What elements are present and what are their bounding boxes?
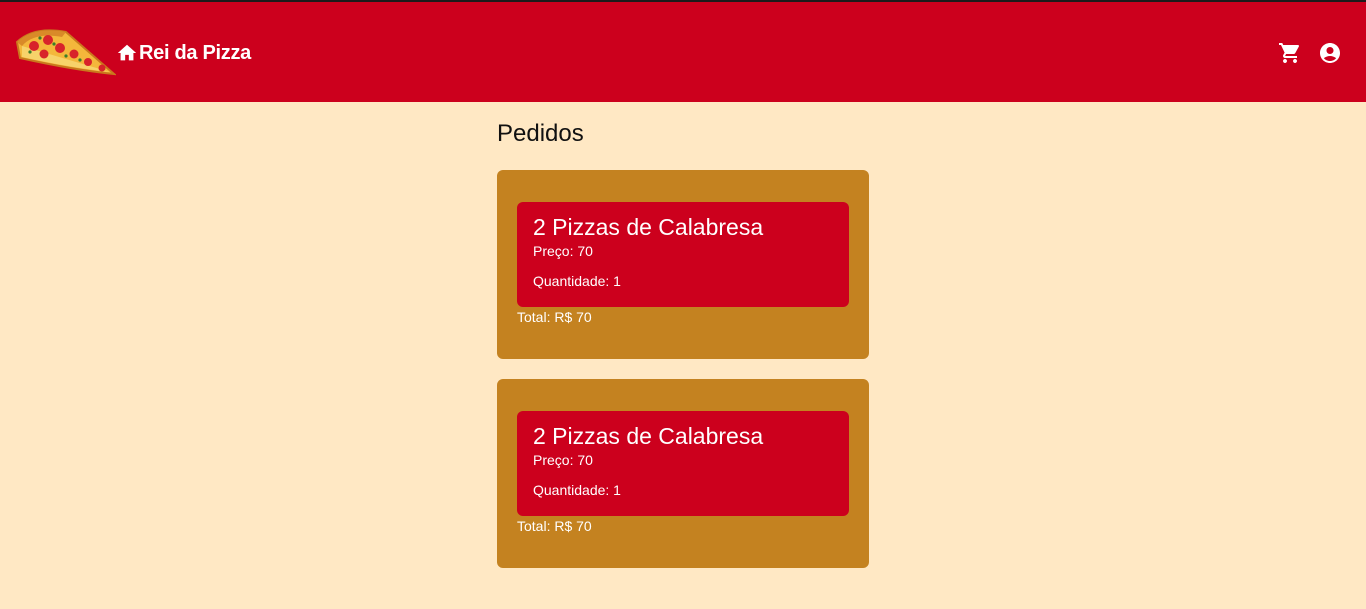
item-quantity: Quantidade: 1	[533, 273, 621, 289]
order-card: 2 Pizzas de Calabresa Preço: 70 Quantida…	[497, 379, 869, 568]
order-item-card: 2 Pizzas de Calabresa Preço: 70 Quantida…	[517, 411, 849, 516]
item-title: 2 Pizzas de Calabresa	[533, 214, 764, 240]
cart-button[interactable]	[1278, 41, 1302, 65]
shopping-cart-icon	[1278, 41, 1302, 65]
order-item-card: 2 Pizzas de Calabresa Preço: 70 Quantida…	[517, 202, 849, 307]
page-title: Pedidos	[497, 120, 584, 147]
account-button[interactable]	[1318, 41, 1342, 65]
item-quantity: Quantidade: 1	[533, 482, 621, 498]
order-total: Total: R$ 70	[517, 309, 592, 325]
home-link[interactable]: Rei da Pizza	[116, 40, 251, 66]
item-title: 2 Pizzas de Calabresa	[533, 423, 764, 449]
order-total: Total: R$ 70	[517, 518, 592, 534]
brand-name: Rei da Pizza	[139, 41, 251, 64]
account-circle-icon	[1318, 41, 1342, 65]
home-icon	[116, 42, 138, 64]
app-header: Rei da Pizza	[0, 2, 1366, 102]
item-price: Preço: 70	[533, 243, 593, 259]
order-card: 2 Pizzas de Calabresa Preço: 70 Quantida…	[497, 170, 869, 359]
item-price: Preço: 70	[533, 452, 593, 468]
pizza-slice-icon[interactable]	[14, 24, 118, 80]
